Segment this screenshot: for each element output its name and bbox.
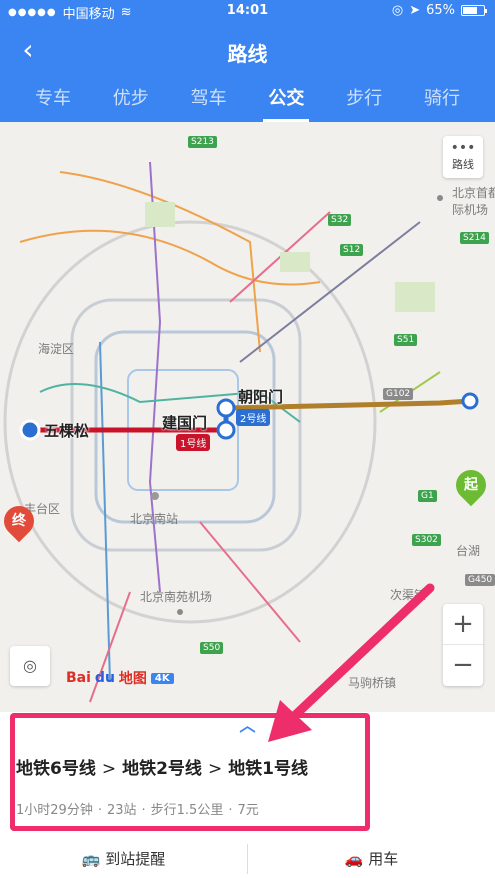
nav-bar: ‹ 路线 [0,28,495,72]
logo-du: du [94,670,115,686]
logo-map: 地图 [118,671,147,687]
status-right: ◎ ➤ 65% [391,3,487,18]
logo-bai: Bai [66,670,91,686]
app-screen: ●●●●● 中国移动 ≋ 14:01 ◎ ➤ 65% ‹ 路线 专车 优步 驾车… [0,0,495,878]
tab-bike[interactable]: 骑行 [411,84,473,122]
road-badge-s214: S214 [460,232,489,244]
start-marker: 起 [449,463,493,507]
road-badge-g102: G102 [383,388,414,400]
road-badge-s50: S50 [200,642,224,654]
status-bar: ●●●●● 中国移动 ≋ 14:01 ◎ ➤ 65% [0,0,495,24]
label-ciqu-town: 次渠镇 [390,588,427,602]
label-taihu: 台湖 [456,544,481,558]
route-duration: 1小时29分钟 [16,803,93,818]
map-view[interactable]: 海淀区 丰台区 北京南站 北京南苑机场 次渠镇 马驹桥镇 台湖 北京首都国际机场… [0,122,495,712]
line-badge-2: 2号线 [236,409,271,426]
route-line-1: 地铁1号线 [228,759,309,779]
district-label-haidian: 海淀区 [38,342,75,356]
station-label-jianguomen: 建国门 [162,414,208,432]
tab-drive[interactable]: 驾车 [178,84,240,122]
tab-walk[interactable]: 步行 [333,84,395,122]
page-title: 路线 [227,42,268,66]
road-badge-s302: S302 [412,534,441,546]
battery-label: 65% [426,3,455,18]
route-separator: > [101,759,117,779]
route-stats: 1小时29分钟 · 23站 · 步行1.5公里 · 7元 [16,803,259,818]
start-marker-label: 起 [464,477,478,493]
car-icon: 🚗 [344,850,369,868]
ride-button[interactable]: 🚗 用车 [248,842,495,876]
label-beijing-south-station: 北京南站 [130,512,179,526]
battery-icon [461,5,487,16]
route-options-label: 路线 [452,158,474,171]
rotation-lock-icon: ◎ [391,3,404,18]
route-separator: > [207,759,223,779]
road-badge-s12: S12 [340,244,364,256]
route-stops: 23站 [106,803,137,818]
arrival-alert-label: 到站提醒 [105,850,166,868]
label-majuqiao-town: 马驹桥镇 [348,676,397,690]
road-badge-g450: G450 [465,574,495,586]
road-badge-s213: S213 [188,136,217,148]
header: ●●●●● 中国移动 ≋ 14:01 ◎ ➤ 65% ‹ 路线 专车 优步 驾车… [0,0,495,122]
arrival-alert-button[interactable]: 🚌 到站提醒 [0,842,247,876]
route-line-6: 地铁6号线 [16,759,96,779]
road-badge-s32: S32 [328,214,352,226]
ride-label: 用车 [368,850,399,868]
zoom-control: + − [443,604,483,686]
end-marker-label: 终 [12,513,26,529]
baidu-map-logo: Bai du 地图 4K [66,668,174,688]
route-walk: 步行1.5公里 [150,803,224,818]
road-badge-g1: G1 [418,490,437,502]
line-badge-1: 1号线 [176,434,211,451]
locate-icon: ◎ [23,656,37,675]
label-nanyuan-airport: 北京南苑机场 [140,590,213,604]
zoom-in-button[interactable]: + [443,604,483,645]
tab-special-car[interactable]: 专车 [22,84,84,122]
tab-transit[interactable]: 公交 [255,84,317,122]
logo-4k-badge: 4K [150,672,174,684]
mode-tabs: 专车 优步 驾车 公交 步行 骑行 [0,84,495,122]
bus-icon: 🚌 [81,850,106,868]
station-label-chaoyangmen: 朝阳门 [238,388,284,406]
label-capital-airport: 北京首都国际机场 [452,186,495,217]
route-fare: 7元 [237,803,259,818]
location-icon: ➤ [409,3,421,18]
route-options-button[interactable]: ••• 路线 [443,136,483,178]
road-badge-s51: S51 [394,334,418,346]
zoom-out-button[interactable]: − [443,645,483,686]
locate-button[interactable]: ◎ [10,646,50,686]
route-line-2: 地铁2号线 [122,759,202,779]
route-lines: 地铁6号线 > 地铁2号线 > 地铁1号线 [16,754,308,779]
station-label-wukesong: 五棵松 [44,422,90,440]
more-icon: ••• [450,140,476,156]
action-bar: 🚌 到站提醒 🚗 用车 [0,842,495,876]
tab-uber[interactable]: 优步 [100,84,162,122]
route-summary-panel[interactable]: ︿ 地铁6号线 > 地铁2号线 > 地铁1号线 1小时29分钟 · 23站 · 步行1.5公里 ·… [0,712,495,878]
